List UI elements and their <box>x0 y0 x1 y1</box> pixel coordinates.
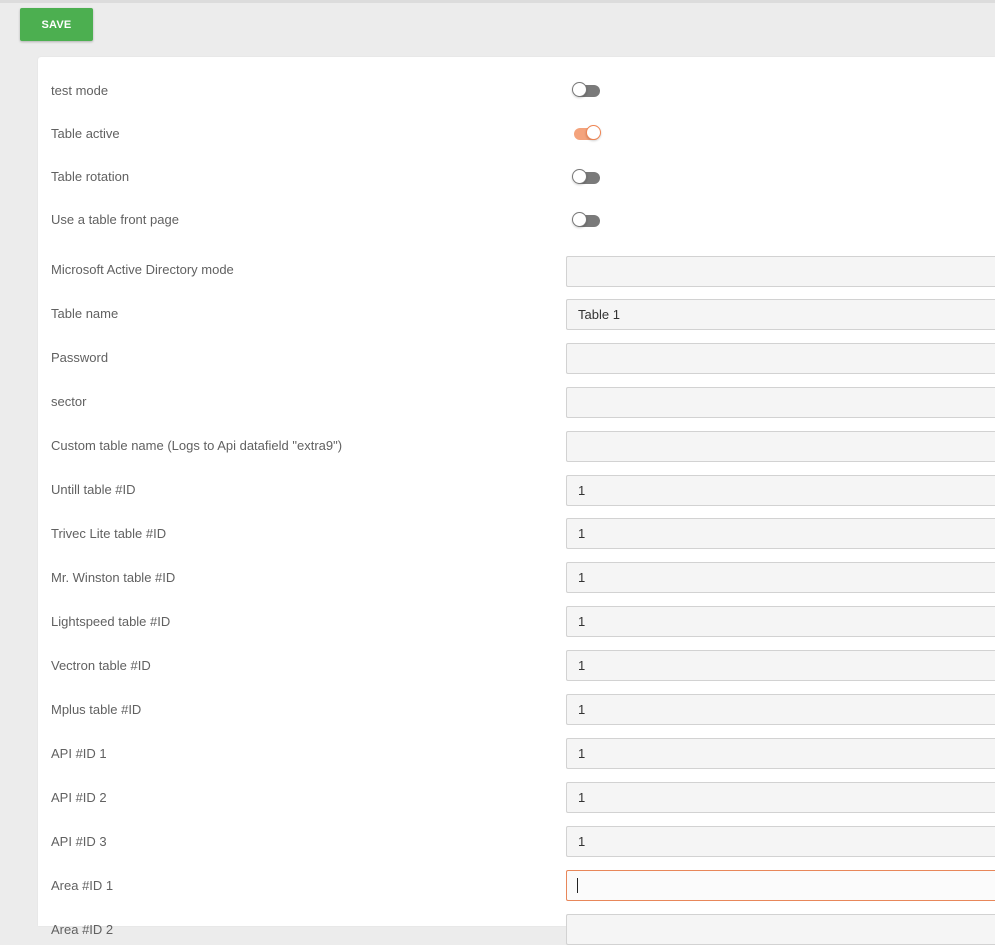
toggle-knob <box>572 82 587 97</box>
field-label: API #ID 3 <box>51 834 107 849</box>
table-active-toggle[interactable] <box>572 125 601 141</box>
ad-mode-input[interactable] <box>566 256 995 287</box>
mr-winston-id-input[interactable] <box>566 562 995 593</box>
field-label: sector <box>51 394 87 409</box>
api-id-2-input[interactable] <box>566 782 995 813</box>
field-label: Microsoft Active Directory mode <box>51 262 234 277</box>
field-label: Untill table #ID <box>51 482 136 497</box>
table-name-input[interactable] <box>566 299 995 330</box>
mplus-id-input[interactable] <box>566 694 995 725</box>
front-page-toggle[interactable] <box>572 212 600 228</box>
untill-id-input[interactable] <box>566 475 995 506</box>
field-label: Mplus table #ID <box>51 702 142 717</box>
test-mode-toggle[interactable] <box>572 82 600 98</box>
custom-table-name-input[interactable] <box>566 431 995 462</box>
toggle-knob <box>572 169 587 184</box>
field-label: API #ID 2 <box>51 790 107 805</box>
toggle-knob <box>572 212 587 227</box>
toggle-label: Use a table front page <box>51 212 179 227</box>
toggle-knob <box>586 125 601 140</box>
lightspeed-id-input[interactable] <box>566 606 995 637</box>
field-label: Trivec Lite table #ID <box>51 526 167 541</box>
settings-panel: test mode Table active Table rotation Us… <box>38 57 995 945</box>
api-id-3-input[interactable] <box>566 826 995 857</box>
save-button[interactable]: SAVE <box>20 8 93 41</box>
toggle-label: Table rotation <box>51 169 130 184</box>
field-label: Custom table name (Logs to Api datafield… <box>51 438 343 453</box>
top-border <box>0 0 995 3</box>
text-caret <box>577 878 578 893</box>
password-input[interactable] <box>566 343 995 374</box>
toggle-label: Table active <box>51 126 120 141</box>
area-id-1-input[interactable] <box>566 870 995 901</box>
field-label: Area #ID 2 <box>51 922 114 937</box>
field-label: Vectron table #ID <box>51 658 151 673</box>
vectron-id-input[interactable] <box>566 650 995 681</box>
field-label: Mr. Winston table #ID <box>51 570 176 585</box>
area-id-2-input[interactable] <box>566 914 995 945</box>
api-id-1-input[interactable] <box>566 738 995 769</box>
field-label: Password <box>51 350 109 365</box>
field-label: Area #ID 1 <box>51 878 114 893</box>
table-rotation-toggle[interactable] <box>572 169 600 185</box>
field-label: API #ID 1 <box>51 746 107 761</box>
sector-input[interactable] <box>566 387 995 418</box>
field-label: Lightspeed table #ID <box>51 614 171 629</box>
toggle-label: test mode <box>51 83 109 98</box>
trivec-lite-id-input[interactable] <box>566 518 995 549</box>
field-label: Table name <box>51 306 119 321</box>
